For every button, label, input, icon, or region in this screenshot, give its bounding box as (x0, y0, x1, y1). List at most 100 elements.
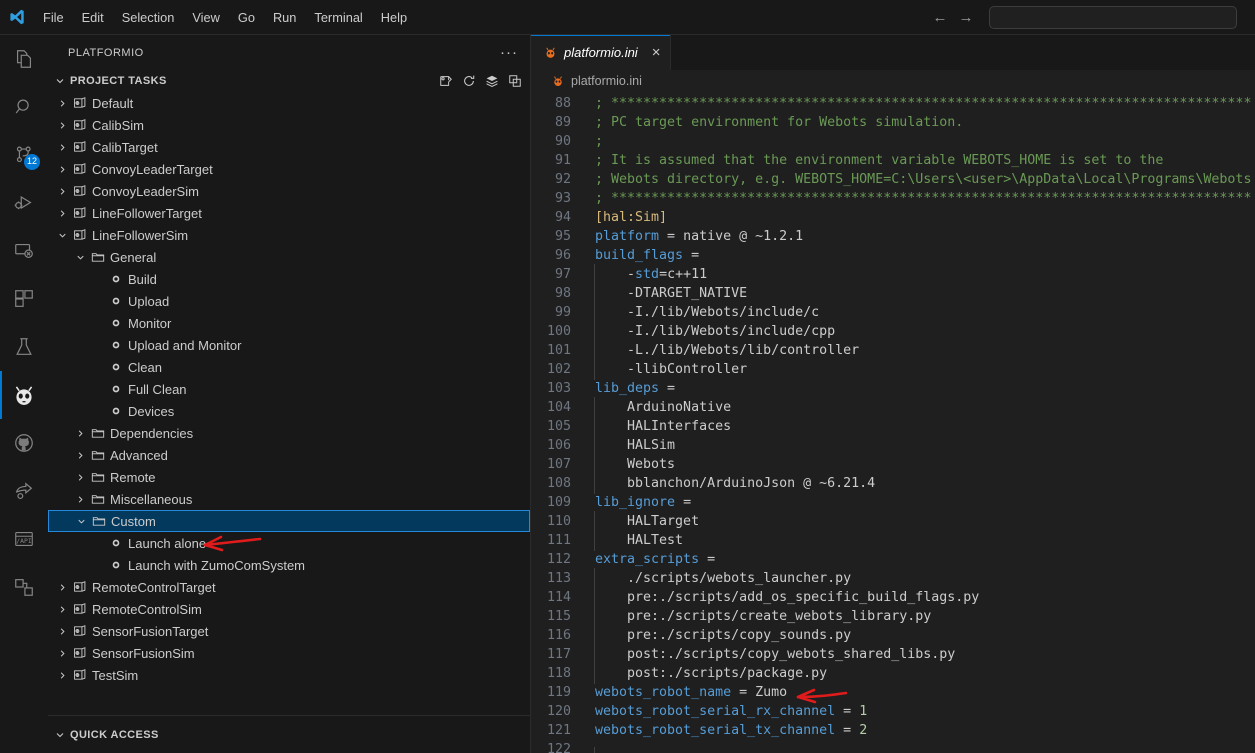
code-line[interactable]: 98 -DTARGET_NATIVE (531, 283, 1255, 304)
code-line[interactable]: 109 lib_ignore = (531, 493, 1255, 512)
navigate-forward-button[interactable]: → (953, 5, 979, 31)
layers-icon[interactable] (485, 74, 499, 88)
refresh-icon[interactable] (462, 74, 476, 88)
menu-item-selection[interactable]: Selection (114, 7, 183, 28)
menu-item-run[interactable]: Run (265, 7, 304, 28)
tree-item[interactable]: Upload (48, 290, 530, 312)
extensions-icon[interactable] (0, 275, 48, 323)
testing-icon[interactable] (0, 323, 48, 371)
chevron-right-icon[interactable] (54, 164, 70, 175)
chevron-right-icon[interactable] (72, 472, 88, 483)
code-line[interactable]: 111 HALTest (531, 530, 1255, 551)
code-line[interactable]: 102 -llibController (531, 359, 1255, 380)
tree-item[interactable]: Build (48, 268, 530, 290)
code-line[interactable]: 88 ; ************************************… (531, 94, 1255, 113)
code-line[interactable]: 104 ArduinoNative (531, 397, 1255, 418)
menu-item-go[interactable]: Go (230, 7, 263, 28)
code-line[interactable]: 91 ; It is assumed that the environment v… (531, 151, 1255, 170)
menu-item-edit[interactable]: Edit (74, 7, 112, 28)
chevron-down-icon[interactable] (72, 252, 88, 263)
run-and-debug-icon[interactable] (0, 179, 48, 227)
code-line[interactable]: 106 HALSim (531, 435, 1255, 456)
chevron-right-icon[interactable] (54, 186, 70, 197)
tree-item[interactable]: Default (48, 92, 530, 114)
tree-item[interactable]: Launch alone (48, 532, 530, 554)
tree-item[interactable]: Devices (48, 400, 530, 422)
menu-item-help[interactable]: Help (373, 7, 415, 28)
tree-item[interactable]: RemoteControlTarget (48, 576, 530, 598)
code-line[interactable]: 99 -I./lib/Webots/include/c (531, 302, 1255, 323)
tree-item[interactable]: Full Clean (48, 378, 530, 400)
code-line[interactable]: 103 lib_deps = (531, 379, 1255, 398)
tree-item[interactable]: Monitor (48, 312, 530, 334)
tree-item[interactable]: Clean (48, 356, 530, 378)
chevron-down-icon[interactable] (54, 230, 70, 241)
code-line[interactable]: 97 -std=c++11 (531, 264, 1255, 285)
chevron-down-icon[interactable] (73, 516, 89, 527)
tree-item[interactable]: Upload and Monitor (48, 334, 530, 356)
code-line[interactable]: 94 [hal:Sim] (531, 208, 1255, 227)
new-terminal-icon[interactable] (439, 74, 453, 88)
tree-item[interactable]: LineFollowerTarget (48, 202, 530, 224)
code-line[interactable]: 89 ; PC target environment for Webots sim… (531, 113, 1255, 132)
menu-item-file[interactable]: File (35, 7, 72, 28)
breadcrumb[interactable]: platformio.ini (531, 70, 1255, 92)
code-line[interactable]: 115 pre:./scripts/create_webots_library.… (531, 606, 1255, 627)
tree-item[interactable]: CalibSim (48, 114, 530, 136)
tree-item[interactable]: Advanced (48, 444, 530, 466)
tree-item[interactable]: ConvoyLeaderSim (48, 180, 530, 202)
code-line[interactable]: 116 pre:./scripts/copy_sounds.py (531, 625, 1255, 646)
section-project-tasks[interactable]: PROJECT TASKS (48, 70, 530, 92)
code-line[interactable]: 107 Webots (531, 454, 1255, 475)
tree-item[interactable]: General (48, 246, 530, 268)
code-line[interactable]: 122 (531, 740, 1255, 753)
code-line[interactable]: 96 build_flags = (531, 246, 1255, 265)
chevron-right-icon[interactable] (54, 582, 70, 593)
tree-item[interactable]: Miscellaneous (48, 488, 530, 510)
live-share-icon[interactable] (0, 467, 48, 515)
code-line[interactable]: 118 post:./scripts/package.py (531, 663, 1255, 684)
menu-item-terminal[interactable]: Terminal (306, 7, 370, 28)
code-line[interactable]: 114 pre:./scripts/add_os_specific_build_… (531, 587, 1255, 608)
collapse-all-icon[interactable] (508, 74, 522, 88)
sidebar-more-actions-button[interactable]: ··· (500, 44, 518, 61)
remote-explorer-icon[interactable] (0, 227, 48, 275)
tree-item[interactable]: SensorFusionTarget (48, 620, 530, 642)
chevron-right-icon[interactable] (72, 450, 88, 461)
chevron-right-icon[interactable] (54, 98, 70, 109)
github-icon[interactable] (0, 419, 48, 467)
code-line[interactable]: 119 webots_robot_name = Zumo (531, 683, 1255, 702)
tree-item[interactable]: RemoteControlSim (48, 598, 530, 620)
chevron-right-icon[interactable] (54, 142, 70, 153)
chevron-right-icon[interactable] (54, 120, 70, 131)
tree-item[interactable]: CalibTarget (48, 136, 530, 158)
code-line[interactable]: 93 ; ************************************… (531, 189, 1255, 208)
code-line[interactable]: 117 post:./scripts/copy_webots_shared_li… (531, 644, 1255, 665)
tab-close-button[interactable]: × (652, 44, 661, 61)
code-editor-content[interactable]: 88 ; ************************************… (531, 92, 1255, 753)
chevron-right-icon[interactable] (54, 648, 70, 659)
source-control-icon[interactable]: 12 (0, 131, 48, 179)
code-line[interactable]: 92 ; Webots directory, e.g. WEBOTS_HOME=C… (531, 170, 1255, 189)
navigate-back-button[interactable]: ← (927, 5, 953, 31)
platformio-icon[interactable] (0, 371, 48, 419)
section-quick-access[interactable]: QUICK ACCESS (48, 715, 530, 753)
menu-item-view[interactable]: View (184, 7, 228, 28)
chevron-right-icon[interactable] (72, 428, 88, 439)
code-line[interactable]: 101 -L./lib/Webots/lib/controller (531, 340, 1255, 361)
code-line[interactable]: 105 HALInterfaces (531, 416, 1255, 437)
tree-item-selected[interactable]: Custom (48, 510, 530, 532)
code-line[interactable]: 113 ./scripts/webots_launcher.py (531, 568, 1255, 589)
dependency-graph-icon[interactable] (0, 563, 48, 611)
code-line[interactable]: 108 bblanchon/ArduinoJson @ ~6.21.4 (531, 473, 1255, 494)
code-line[interactable]: 121 webots_robot_serial_tx_channel = 2 (531, 721, 1255, 740)
tree-item[interactable]: Dependencies (48, 422, 530, 444)
tree-item[interactable]: SensorFusionSim (48, 642, 530, 664)
tree-item[interactable]: LineFollowerSim (48, 224, 530, 246)
tree-item[interactable]: TestSim (48, 664, 530, 686)
code-line[interactable]: 90; (531, 132, 1255, 151)
search-icon[interactable] (0, 83, 48, 131)
code-line[interactable]: 120 webots_robot_serial_rx_channel = 1 (531, 702, 1255, 721)
tab-platformio-ini[interactable]: platformio.ini × (531, 35, 672, 70)
code-line[interactable]: 112 extra_scripts = (531, 550, 1255, 569)
